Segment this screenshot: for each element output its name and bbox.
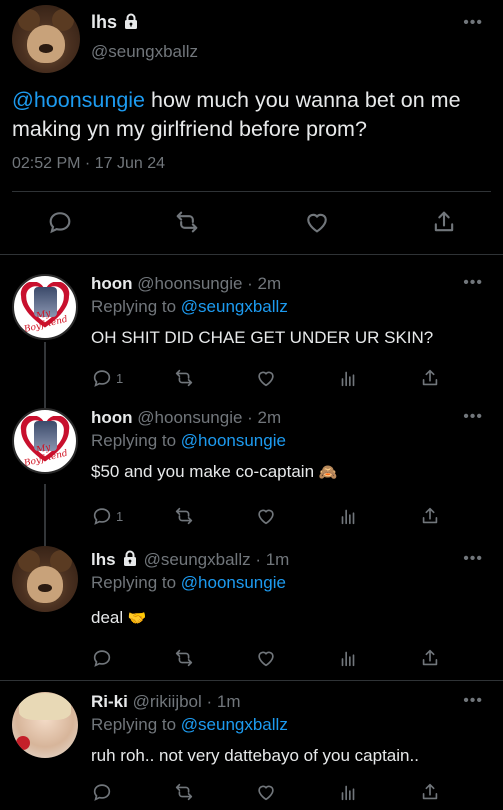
author-name[interactable]: lhs (91, 550, 116, 569)
retweet-icon (173, 505, 195, 527)
tweet-text: OH SHIT DID CHAE GET UNDER UR SKIN? (91, 328, 434, 347)
views-bars-icon (337, 781, 359, 803)
share-icon (419, 781, 441, 803)
retweet-button[interactable] (173, 646, 195, 670)
retweet-icon (173, 367, 195, 389)
share-icon (419, 505, 441, 527)
share-icon (430, 208, 458, 236)
author-handle-time[interactable]: @hoonsungie · 2m (137, 274, 281, 293)
replying-label: Replying to (91, 715, 181, 734)
more-horizontal-icon[interactable]: ••• (463, 692, 483, 710)
like-button[interactable] (255, 504, 277, 528)
share-button[interactable] (419, 504, 441, 528)
reply-bubble-icon (91, 505, 113, 527)
action-bar: 1 (91, 504, 451, 528)
share-icon (419, 367, 441, 389)
retweet-icon (173, 647, 195, 669)
tweet-text: ruh roh.. not very dattebayo of you capt… (91, 746, 419, 765)
like-button[interactable] (300, 205, 334, 239)
reply-bubble-icon (91, 781, 113, 803)
avatar[interactable] (12, 692, 78, 758)
like-button[interactable] (255, 780, 277, 804)
like-button[interactable] (255, 366, 277, 390)
reply-bubble-icon (46, 208, 74, 236)
author-handle[interactable]: @seungxballz (91, 42, 198, 62)
mention-link[interactable]: @hoonsungie (181, 573, 286, 592)
avatar[interactable]: My Boyfriend (12, 274, 78, 340)
reply-button[interactable]: 1 (91, 366, 123, 390)
reply-button[interactable]: 1 (91, 504, 123, 528)
divider (12, 191, 491, 192)
heart-icon (255, 781, 277, 803)
retweet-button[interactable] (173, 504, 195, 528)
heart-icon (255, 367, 277, 389)
heart-icon (255, 647, 277, 669)
retweet-icon (173, 208, 201, 236)
author-name[interactable]: hoon (91, 408, 133, 427)
retweet-button[interactable] (173, 366, 195, 390)
action-bar: 1 (91, 366, 451, 390)
avatar[interactable] (12, 5, 80, 73)
like-button[interactable] (255, 646, 277, 670)
action-bar (91, 780, 451, 804)
views-button[interactable] (337, 780, 359, 804)
author-handle-time[interactable]: @rikiijbol · 1m (133, 692, 241, 711)
views-button[interactable] (337, 504, 359, 528)
emoji: 🤝 (127, 610, 147, 627)
action-bar (91, 646, 451, 670)
views-button[interactable] (337, 366, 359, 390)
tweet-text: $50 and you make co-captain 🙈 (91, 462, 338, 481)
replying-label: Replying to (91, 297, 181, 316)
heart-icon (303, 208, 331, 236)
replying-label: Replying to (91, 573, 181, 592)
author-name[interactable]: Ri-ki (91, 692, 128, 711)
mention-link[interactable]: @seungxballz (181, 297, 288, 316)
avatar[interactable]: My Boyfriend (12, 408, 78, 474)
replying-label: Replying to (91, 431, 181, 450)
main-tweet: lhs @seungxballz ••• @hoonsungie how muc… (0, 0, 503, 255)
retweet-icon (173, 781, 195, 803)
views-bars-icon (337, 505, 359, 527)
lock-icon (122, 550, 138, 567)
reply-count: 1 (116, 370, 124, 386)
action-bar (0, 205, 503, 239)
views-button[interactable] (337, 646, 359, 670)
share-button[interactable] (419, 646, 441, 670)
reply-button[interactable] (43, 205, 77, 239)
tweet-text: @hoonsungie how much you wanna bet on me… (12, 88, 461, 141)
mention-link[interactable]: @hoonsungie (12, 88, 145, 112)
mention-link[interactable]: @hoonsungie (181, 431, 286, 450)
reply-button[interactable] (91, 780, 113, 804)
views-bars-icon (337, 647, 359, 669)
heart-icon (255, 505, 277, 527)
thread-line (44, 484, 46, 550)
reply-count: 1 (116, 508, 124, 524)
author-name[interactable]: hoon (91, 274, 133, 293)
more-horizontal-icon[interactable]: ••• (463, 14, 483, 32)
share-button[interactable] (427, 205, 461, 239)
share-icon (419, 647, 441, 669)
tweet-text: deal 🤝 (91, 608, 147, 627)
divider (0, 680, 503, 681)
thread-line (44, 342, 46, 410)
mention-link[interactable]: @seungxballz (181, 715, 288, 734)
author-handle-time[interactable]: @seungxballz · 1m (144, 550, 290, 569)
author-handle-time[interactable]: @hoonsungie · 2m (137, 408, 281, 427)
emoji: 🙈 (318, 464, 338, 481)
avatar[interactable] (12, 546, 78, 612)
more-horizontal-icon[interactable]: ••• (463, 274, 483, 292)
tweet-timestamp[interactable]: 02:52 PM · 17 Jun 24 (12, 155, 165, 173)
share-button[interactable] (419, 366, 441, 390)
reply-button[interactable] (91, 646, 113, 670)
reply-bubble-icon (91, 647, 113, 669)
more-horizontal-icon[interactable]: ••• (463, 408, 483, 426)
reply-bubble-icon (91, 367, 113, 389)
views-bars-icon (337, 367, 359, 389)
share-button[interactable] (419, 780, 441, 804)
author-name[interactable]: lhs (91, 12, 139, 33)
more-horizontal-icon[interactable]: ••• (463, 550, 483, 568)
retweet-button[interactable] (170, 205, 204, 239)
lock-icon (123, 13, 139, 30)
retweet-button[interactable] (173, 780, 195, 804)
